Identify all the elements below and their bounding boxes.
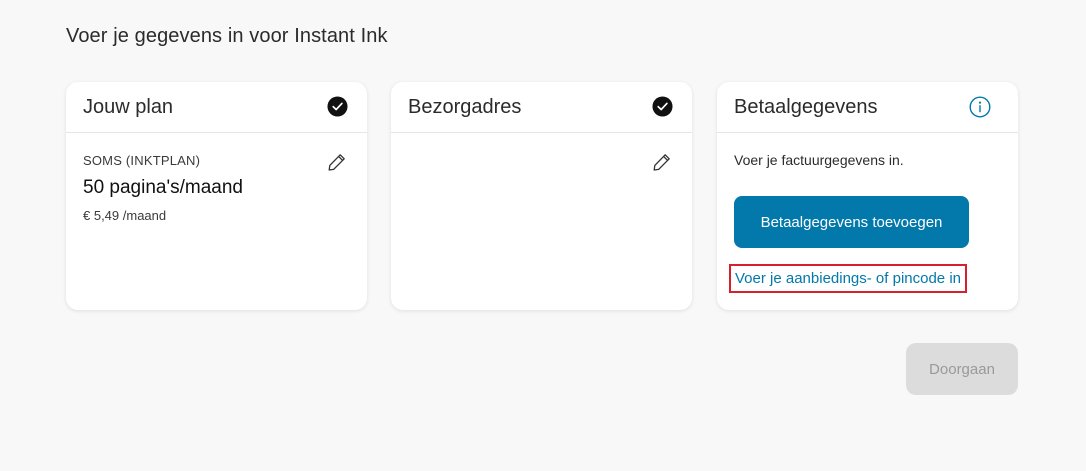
pencil-icon[interactable] xyxy=(327,152,347,172)
address-card-title: Bezorgadres xyxy=(408,96,522,118)
plan-pages: 50 pagina's/maand xyxy=(83,177,243,198)
plan-price: € 5,49 /maand xyxy=(83,208,167,223)
add-payment-button[interactable]: Betaalgegevens toevoegen xyxy=(734,196,969,248)
plan-card-title: Jouw plan xyxy=(83,96,174,118)
payment-card: Betaalgegevens Voer je factuurgegevens i… xyxy=(717,82,1018,310)
address-card-header: Bezorgadres xyxy=(391,82,692,133)
payment-description: Voer je factuurgegevens in. xyxy=(734,152,904,168)
page-heading: Voer je gegevens in voor Instant Ink xyxy=(66,25,388,47)
payment-card-title: Betaalgegevens xyxy=(734,96,878,118)
check-circle-icon xyxy=(327,96,348,117)
address-card: Bezorgadres xyxy=(391,82,692,310)
plan-name: SOMS (INKTPLAN) xyxy=(83,153,201,168)
promo-code-link[interactable]: Voer je aanbiedings- of pincode in xyxy=(729,264,967,293)
check-circle-icon xyxy=(652,96,673,117)
plan-card: Jouw plan SOMS (INKTPLAN) 50 pagina's/ma… xyxy=(66,82,367,310)
info-icon[interactable] xyxy=(969,96,991,118)
continue-button[interactable]: Doorgaan xyxy=(906,343,1018,395)
payment-card-header: Betaalgegevens xyxy=(717,82,1018,133)
plan-card-header: Jouw plan xyxy=(66,82,367,133)
pencil-icon[interactable] xyxy=(652,152,672,172)
